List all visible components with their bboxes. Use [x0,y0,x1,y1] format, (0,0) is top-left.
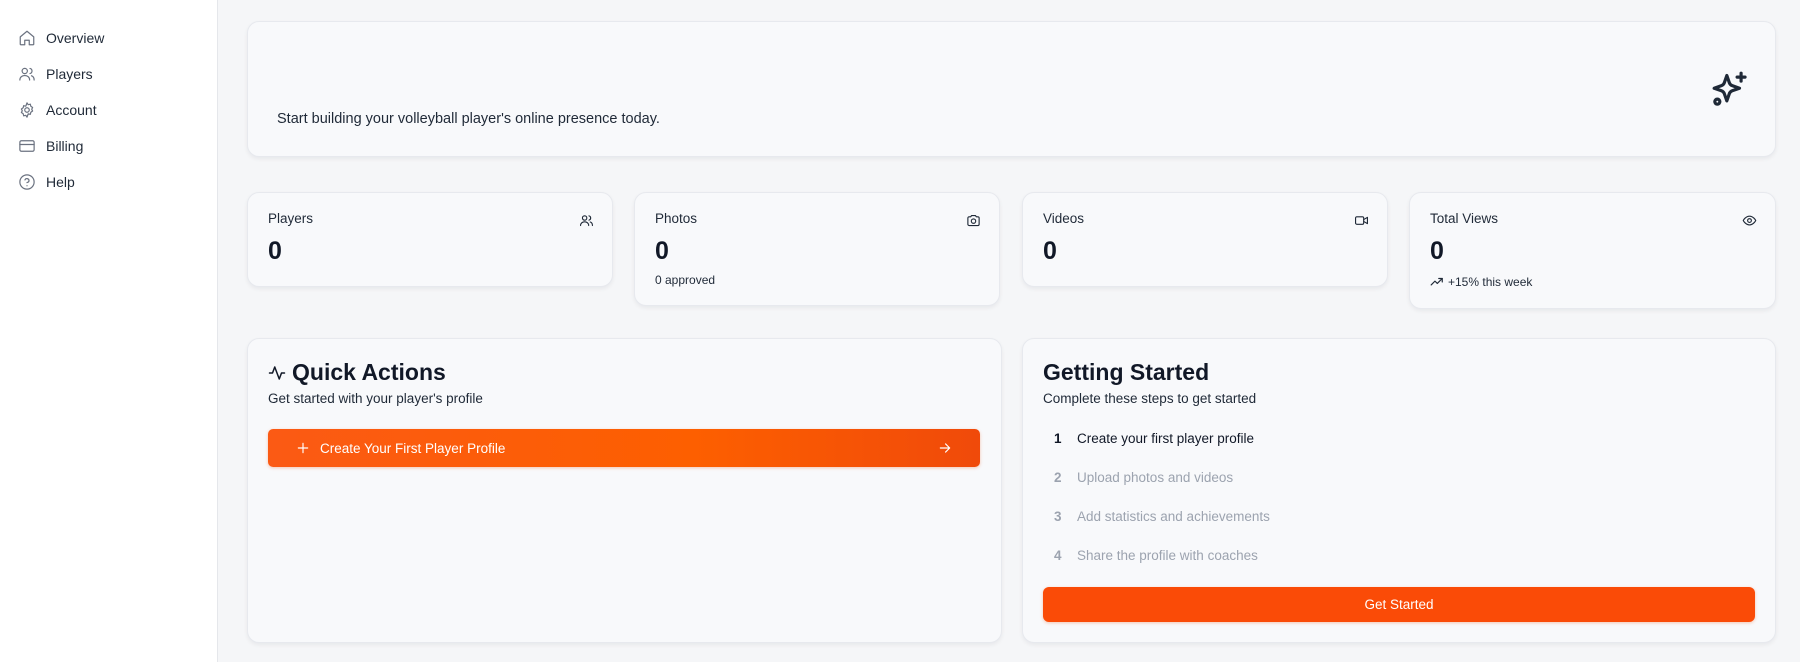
step-number: 2 [1054,470,1062,485]
step-item: 2 Upload photos and videos [1043,458,1270,497]
gear-icon [20,102,34,118]
sidebar-item-account[interactable]: Account [0,92,217,128]
sidebar-item-label: Overview [46,30,105,46]
camera-icon [966,213,981,228]
step-item: 3 Add statistics and achievements [1043,497,1270,536]
credit-card-icon [19,140,35,152]
stat-card-players: Players 0 [247,192,613,287]
stat-subtext: +15% this week [1430,275,1532,289]
step-label: Upload photos and videos [1077,470,1234,485]
stat-value: 0 [655,237,669,265]
stat-label: Players [268,211,314,226]
quick-actions-subtitle: Get started with your player's profile [268,391,483,406]
getting-started-subtitle: Complete these steps to get started [1043,391,1257,406]
stat-card-photos: Photos 0 0 approved [634,192,1000,306]
stat-card-videos: Videos 0 [1022,192,1388,287]
getting-started-title: Getting Started [1043,359,1210,385]
create-player-profile-button[interactable]: Create Your First Player Profile [268,429,980,467]
get-started-button[interactable]: Get Started [1043,587,1755,622]
sidebar-item-label: Account [46,102,97,118]
stat-subtext: 0 approved [655,273,715,287]
arrow-right-icon [938,441,952,455]
sparkles-icon [1711,70,1749,108]
eye-icon [1742,213,1757,228]
home-icon [19,30,35,46]
step-number: 4 [1054,548,1062,563]
welcome-text: Start building your volleyball player's … [277,111,660,127]
quick-actions-card: Quick Actions Get started with your play… [247,338,1002,643]
section-title-label: Quick Actions [292,359,446,385]
getting-started-card: Getting Started Complete these steps to … [1022,338,1776,643]
stat-subtext-label: 0 approved [655,273,716,287]
step-number: 3 [1054,509,1062,524]
sidebar-item-overview[interactable]: Overview [0,20,217,56]
stat-card-total-views: Total Views 0 +15% this week [1409,192,1776,309]
stat-label: Photos [655,211,698,226]
step-number: 1 [1054,431,1062,446]
step-item: 4 Share the profile with coaches [1043,536,1270,575]
quick-actions-title: Quick Actions [268,359,446,386]
help-circle-icon [19,174,35,190]
activity-icon [268,365,286,380]
welcome-banner: Start building your volleyball player's … [247,21,1776,157]
step-label: Create your first player profile [1077,431,1255,446]
stat-value: 0 [268,237,282,265]
steps-list: 1 Create your first player profile 2 Upl… [1043,419,1270,575]
sidebar: Overview Players Account Billing Help [0,0,218,662]
sidebar-item-players[interactable]: Players [0,56,217,92]
trending-up-icon [1430,277,1443,286]
stat-value: 0 [1043,237,1057,265]
stat-label: Total Views [1430,211,1499,226]
step-item: 1 Create your first player profile [1043,419,1270,458]
step-label: Add statistics and achievements [1077,509,1270,524]
step-label: Share the profile with coaches [1077,548,1258,563]
users-icon [579,213,594,228]
stat-subtext-label: +15% this week [1448,275,1533,289]
sidebar-item-label: Players [46,66,93,82]
sidebar-item-label: Help [46,174,75,190]
video-icon [1354,213,1369,228]
main-content: Start building your volleyball player's … [218,0,1800,662]
stat-label: Videos [1043,211,1085,226]
sidebar-item-billing[interactable]: Billing [0,128,217,164]
users-icon [19,67,35,81]
button-label: Create Your First Player Profile [320,440,506,456]
plus-icon [296,441,310,455]
stat-value: 0 [1430,237,1444,265]
sidebar-item-help[interactable]: Help [0,164,217,200]
sidebar-item-label: Billing [46,138,84,154]
